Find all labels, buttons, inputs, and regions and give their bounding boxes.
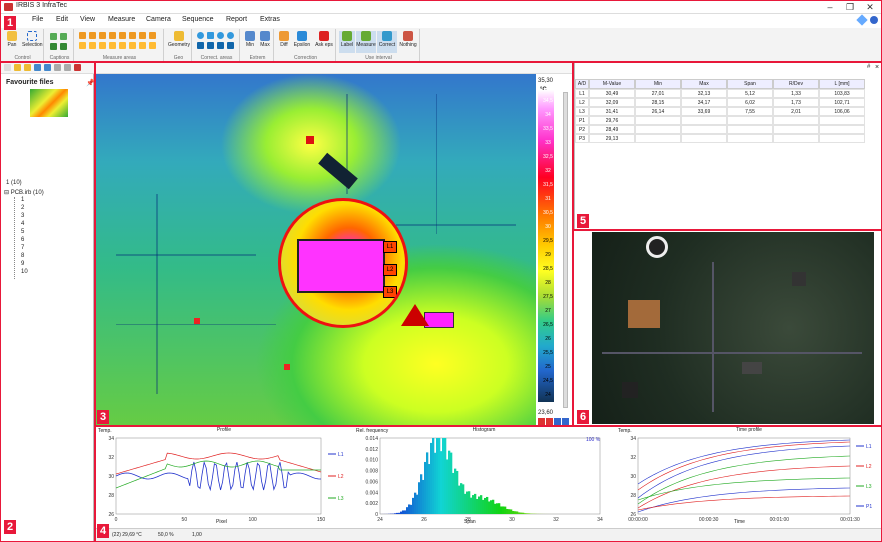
callout-frame — [0, 62, 95, 542]
scale-tick: 24 — [545, 392, 551, 398]
callout-frame — [95, 62, 573, 426]
callout-6: 6 — [577, 410, 589, 424]
scale-tick: 32 — [545, 168, 551, 174]
scale-tick: 33,5 — [543, 126, 553, 132]
scale-tick: 29 — [545, 252, 551, 258]
scale-tick: 30,5 — [543, 210, 553, 216]
scale-tick: 31,5 — [543, 182, 553, 188]
callout-frame — [573, 230, 882, 426]
scale-tick: 27 — [545, 308, 551, 314]
callout-4: 4 — [97, 524, 109, 538]
scale-tick: 29,5 — [543, 238, 553, 244]
scale-tick: 25 — [545, 364, 551, 370]
scale-tick: 32,5 — [543, 154, 553, 160]
callout-frame — [0, 0, 882, 62]
scale-tick: 34,5 — [543, 98, 553, 104]
scale-tick: 34 — [545, 112, 551, 118]
scale-tick: 28 — [545, 280, 551, 286]
scale-tick: 27,5 — [543, 294, 553, 300]
callout-1: 1 — [4, 16, 16, 30]
callout-frame — [573, 62, 882, 230]
scale-tick: 31 — [545, 196, 551, 202]
scale-tick: 26 — [545, 336, 551, 342]
callout-2: 2 — [4, 520, 16, 534]
scale-tick: 24,5 — [543, 378, 553, 384]
scale-tick: 30 — [545, 224, 551, 230]
scale-tick: 28,5 — [543, 266, 553, 272]
scale-tick: 25,5 — [543, 350, 553, 356]
scale-tick: 26,5 — [543, 322, 553, 328]
scale-tick: 33 — [545, 140, 551, 146]
callout-frame — [95, 426, 882, 542]
callout-5: 5 — [577, 214, 589, 228]
callout-3: 3 — [97, 410, 109, 424]
